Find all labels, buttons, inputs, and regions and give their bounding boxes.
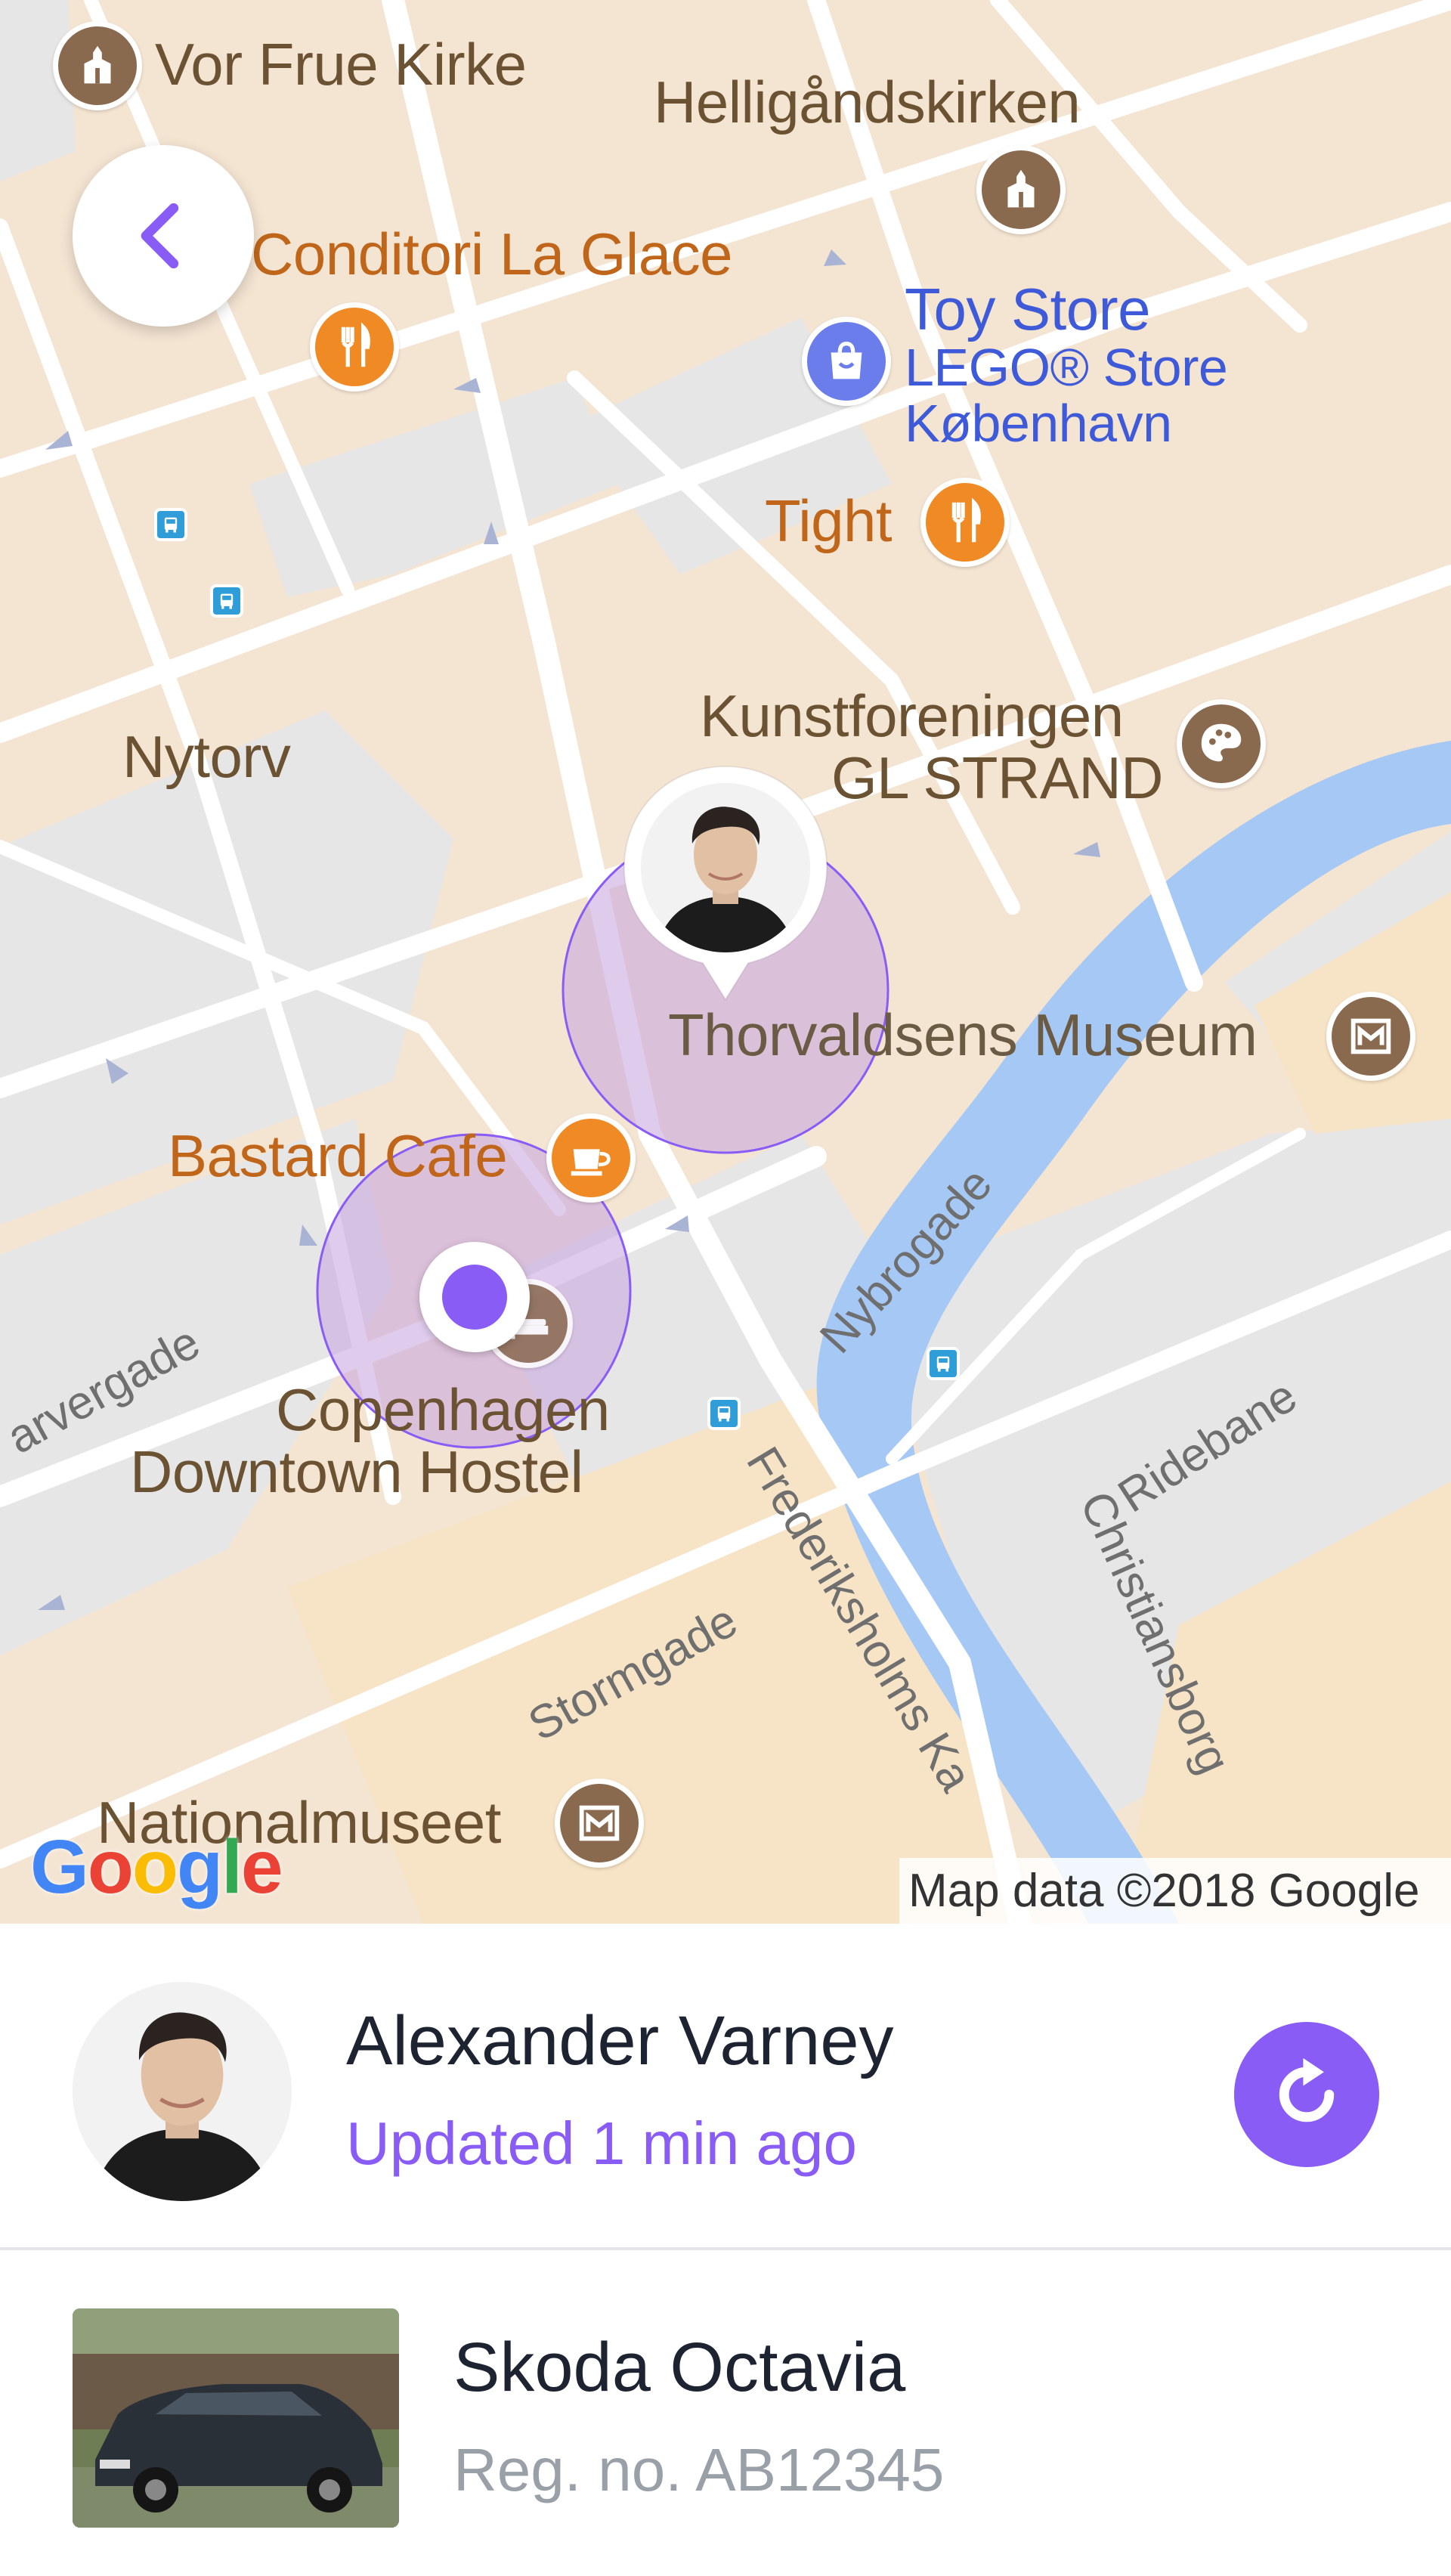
logo-letter: e — [240, 1825, 283, 1909]
place-label-nytorv[interactable]: Nytorv — [122, 727, 291, 786]
last-updated-text: Updated 1 min ago — [346, 2110, 858, 2177]
place-label-copenhagen[interactable]: Copenhagen — [276, 1380, 610, 1439]
place-label-tight[interactable]: Tight — [765, 491, 893, 550]
google-logo[interactable]: Google — [30, 1829, 283, 1905]
shopping-bag-icon[interactable] — [802, 317, 891, 406]
place-label-lego-store[interactable]: LEGO® Store — [905, 341, 1228, 394]
church-icon[interactable] — [53, 21, 142, 110]
refresh-icon — [1279, 2057, 1335, 2122]
person-name: Alexander Varney — [346, 2002, 894, 2079]
person-avatar — [73, 1982, 292, 2201]
logo-letter: g — [176, 1825, 223, 1909]
current-location-marker[interactable] — [419, 1242, 530, 1352]
details-panel: Alexander Varney Updated 1 min ago Skoda… — [0, 1924, 1451, 2576]
place-label-lego-store-city[interactable]: København — [905, 397, 1172, 450]
vehicle-photo — [73, 2308, 399, 2528]
logo-letter: l — [221, 1825, 243, 1909]
vehicle-registration: Reg. no. AB12345 — [453, 2436, 945, 2503]
museum-icon[interactable] — [555, 1779, 644, 1868]
fork-knife-icon[interactable] — [920, 478, 1010, 567]
bus-stop-icon[interactable] — [707, 1397, 741, 1430]
fork-knife-icon[interactable] — [310, 302, 399, 392]
logo-letter: o — [131, 1825, 178, 1909]
vehicle-row[interactable]: Skoda Octavia Reg. no. AB12345 — [0, 2250, 1451, 2576]
vehicle-name: Skoda Octavia — [453, 2329, 906, 2406]
place-label-downtown-hostel[interactable]: Downtown Hostel — [130, 1442, 583, 1501]
person-avatar-pin — [641, 783, 810, 952]
tracked-person-row[interactable]: Alexander Varney Updated 1 min ago — [0, 1924, 1451, 2247]
bus-stop-icon[interactable] — [927, 1347, 960, 1380]
place-label-bastard-cafe[interactable]: Bastard Cafe — [168, 1126, 508, 1185]
chevron-left-icon — [141, 203, 179, 269]
place-label-toy-store[interactable]: Toy Store — [905, 280, 1150, 339]
place-label-thorvaldsens-museum[interactable]: Thorvaldsens Museum — [668, 1005, 1258, 1064]
place-label-conditori-la-glace[interactable]: Conditori La Glace — [251, 224, 733, 283]
place-label-kunstforeningen[interactable]: Kunstforeningen — [700, 686, 1124, 745]
bus-stop-icon[interactable] — [210, 584, 243, 618]
place-label-gl-strand[interactable]: GL STRAND — [831, 748, 1164, 807]
coffee-cup-icon[interactable] — [546, 1113, 636, 1203]
church-icon[interactable] — [976, 145, 1066, 234]
logo-letter: o — [87, 1825, 134, 1909]
map-attribution[interactable]: Map data ©2018 Google — [899, 1858, 1451, 1924]
logo-letter: G — [30, 1825, 89, 1909]
place-label-vor-frue-kirke[interactable]: Vor Frue Kirke — [155, 35, 527, 94]
tracked-person-map-pin[interactable] — [621, 763, 830, 1005]
place-label-helligaandskirken[interactable]: Helligåndskirken — [654, 73, 1081, 132]
back-button[interactable] — [73, 145, 254, 327]
refresh-button[interactable] — [1234, 2022, 1379, 2167]
location-dot — [442, 1265, 507, 1330]
museum-icon[interactable] — [1326, 992, 1415, 1081]
bus-stop-icon[interactable] — [154, 508, 187, 541]
palette-icon[interactable] — [1177, 699, 1266, 788]
map-view[interactable]: arvergade Nybrogade Stormgade Frederiksh… — [0, 0, 1451, 1924]
